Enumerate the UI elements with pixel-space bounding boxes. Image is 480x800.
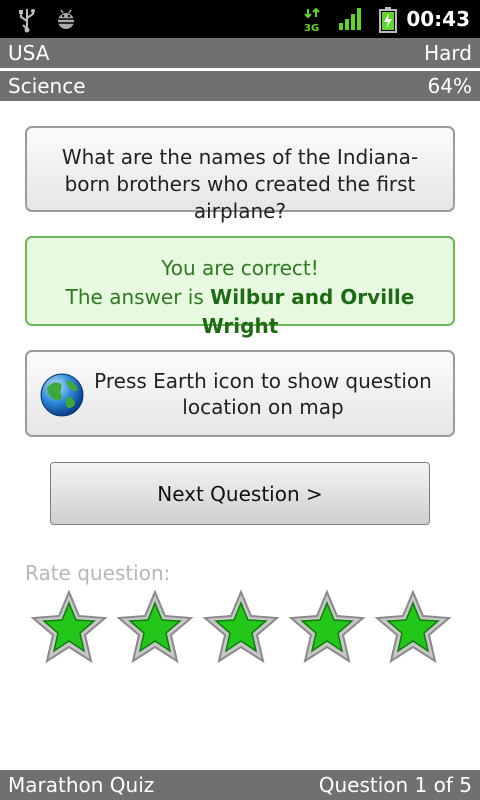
- question-progress: Question 1 of 5: [318, 773, 472, 797]
- earth-globe-icon[interactable]: [39, 372, 85, 418]
- rating-star-1[interactable]: [30, 589, 108, 665]
- answer-status: You are correct!: [161, 256, 319, 280]
- rating-star-5[interactable]: [374, 589, 452, 665]
- svg-text:3G: 3G: [304, 23, 319, 33]
- rate-question-label: Rate question:: [25, 561, 171, 585]
- map-hint-card[interactable]: Press Earth icon to show question locati…: [25, 350, 455, 437]
- network-3g-icon: 3G: [304, 7, 320, 33]
- rating-star-3[interactable]: [202, 589, 280, 665]
- answer-card: You are correct! The answer is Wilbur an…: [25, 236, 455, 338]
- rating-star-2[interactable]: [116, 589, 194, 665]
- map-hint-text: Press Earth icon to show question locati…: [94, 369, 432, 419]
- question-card: What are the names of the Indiana-born b…: [25, 126, 455, 223]
- category-label: Science: [8, 74, 86, 98]
- answer-value: Wilbur and Orville Wright: [201, 285, 415, 338]
- header-category-row: Science 64%: [0, 71, 480, 101]
- footer-bar: Marathon Quiz Question 1 of 5: [0, 770, 480, 800]
- battery-charging-icon: [379, 7, 397, 33]
- next-question-button[interactable]: Next Question >: [50, 462, 430, 525]
- score-percent: 64%: [427, 74, 472, 98]
- android-debug-icon: [57, 9, 75, 29]
- usb-icon: [19, 9, 35, 33]
- header-country-row: USA Hard: [0, 38, 480, 68]
- country-label: USA: [8, 41, 50, 65]
- app-name: Marathon Quiz: [8, 773, 155, 797]
- status-bar: 3G 00:43: [0, 0, 480, 38]
- difficulty-label: Hard: [424, 41, 472, 65]
- answer-line: The answer is Wilbur and Orville Wright: [27, 283, 453, 341]
- question-text: What are the names of the Indiana-born b…: [61, 145, 419, 223]
- answer-prefix: The answer is: [65, 285, 211, 309]
- status-time: 00:43: [406, 7, 470, 31]
- rating-star-4[interactable]: [288, 589, 366, 665]
- signal-icon: [339, 8, 361, 30]
